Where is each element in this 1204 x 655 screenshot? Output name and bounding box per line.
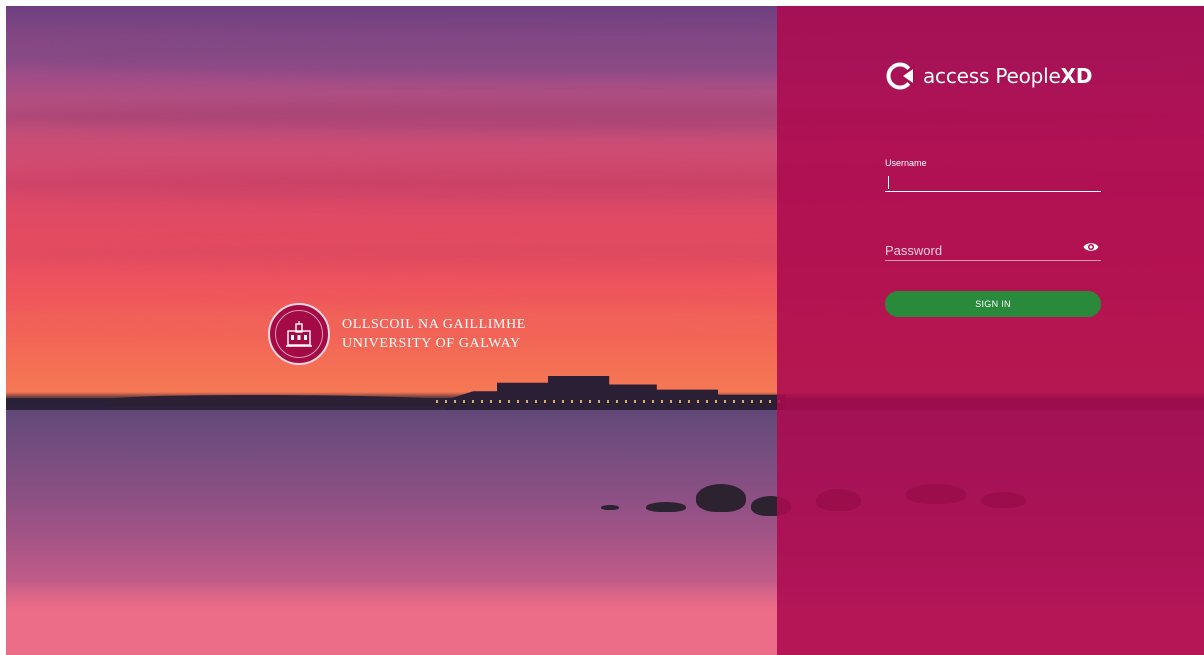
university-branding: OLLSCOIL NA GAILLIMHE UNIVERSITY OF GALW… xyxy=(268,303,526,365)
logo-text: access PeopleXD xyxy=(923,64,1092,88)
university-name-irish: OLLSCOIL NA GAILLIMHE xyxy=(342,317,526,332)
rock xyxy=(646,502,686,512)
sign-in-button[interactable]: SIGN IN xyxy=(885,291,1101,317)
eye-icon[interactable] xyxy=(1083,241,1099,253)
university-name: OLLSCOIL NA GAILLIMHE UNIVERSITY OF GALW… xyxy=(342,315,526,353)
login-page: OLLSCOIL NA GAILLIMHE UNIVERSITY OF GALW… xyxy=(6,6,1204,655)
password-row xyxy=(885,231,1101,261)
login-panel: access PeopleXD Username SIGN IN xyxy=(777,6,1204,655)
password-input[interactable] xyxy=(885,239,1065,261)
logo-word-people: People xyxy=(995,64,1061,88)
rock xyxy=(601,505,619,510)
logo-word-access: access xyxy=(923,64,990,88)
logo-word-xd: XD xyxy=(1060,64,1093,88)
password-field xyxy=(885,231,1101,261)
access-peoplexd-logo: access PeopleXD xyxy=(885,61,1092,91)
text-caret xyxy=(888,176,889,189)
rock xyxy=(696,484,746,512)
username-field: Username xyxy=(885,158,1101,192)
username-input[interactable] xyxy=(885,170,1101,192)
university-name-english: UNIVERSITY OF GALWAY xyxy=(342,336,521,351)
username-label: Username xyxy=(885,158,927,168)
university-seal-icon xyxy=(268,303,330,365)
access-logo-icon xyxy=(885,61,915,91)
headland xyxy=(106,395,466,407)
city-lights xyxy=(436,400,786,403)
